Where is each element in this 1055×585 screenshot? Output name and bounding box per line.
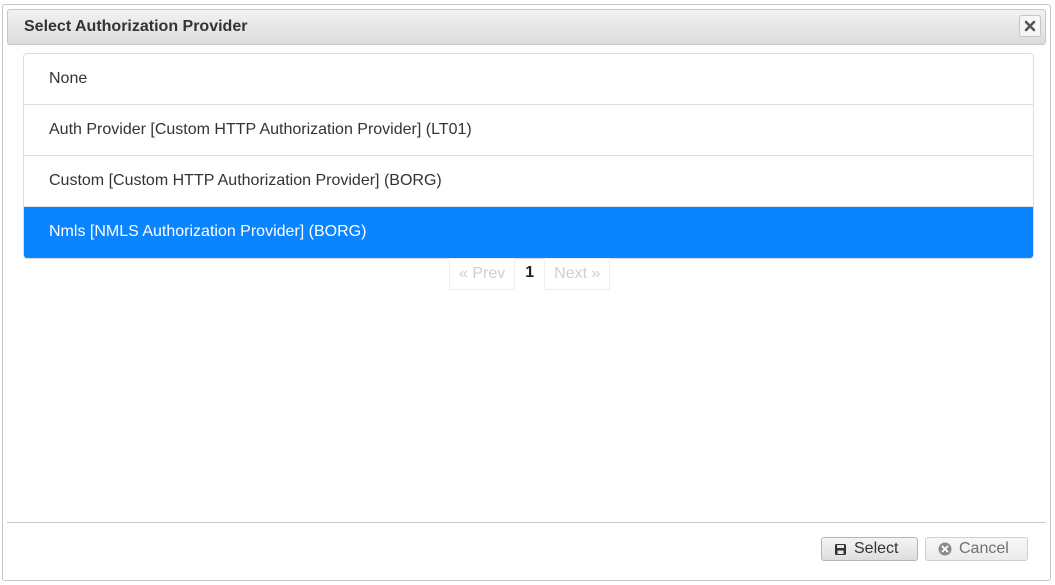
provider-item-nmls[interactable]: Nmls [NMLS Authorization Provider] (BORG… <box>24 207 1033 258</box>
dialog-titlebar: Select Authorization Provider <box>7 9 1046 45</box>
dialog-title: Select Authorization Provider <box>24 18 248 35</box>
pagination: « Prev 1 Next » <box>449 258 611 290</box>
next-page-button[interactable]: Next » <box>544 258 611 290</box>
save-icon <box>834 543 847 556</box>
cancel-button[interactable]: Cancel <box>925 537 1028 561</box>
select-button[interactable]: Select <box>821 537 918 561</box>
current-page: 1 <box>525 264 535 281</box>
select-authorization-provider-dialog: Select Authorization Provider None Auth … <box>2 4 1051 581</box>
footer-divider <box>7 522 1046 523</box>
provider-item-none[interactable]: None <box>24 54 1033 105</box>
cancel-circle-icon <box>938 542 952 556</box>
close-icon <box>1024 20 1036 32</box>
provider-item-auth-provider[interactable]: Auth Provider [Custom HTTP Authorization… <box>24 105 1033 156</box>
prev-page-button[interactable]: « Prev <box>449 258 516 290</box>
close-button[interactable] <box>1019 15 1041 37</box>
provider-item-custom[interactable]: Custom [Custom HTTP Authorization Provid… <box>24 156 1033 207</box>
cancel-button-label: Cancel <box>959 540 1009 557</box>
select-button-label: Select <box>854 540 899 557</box>
provider-list: None Auth Provider [Custom HTTP Authoriz… <box>23 53 1034 259</box>
